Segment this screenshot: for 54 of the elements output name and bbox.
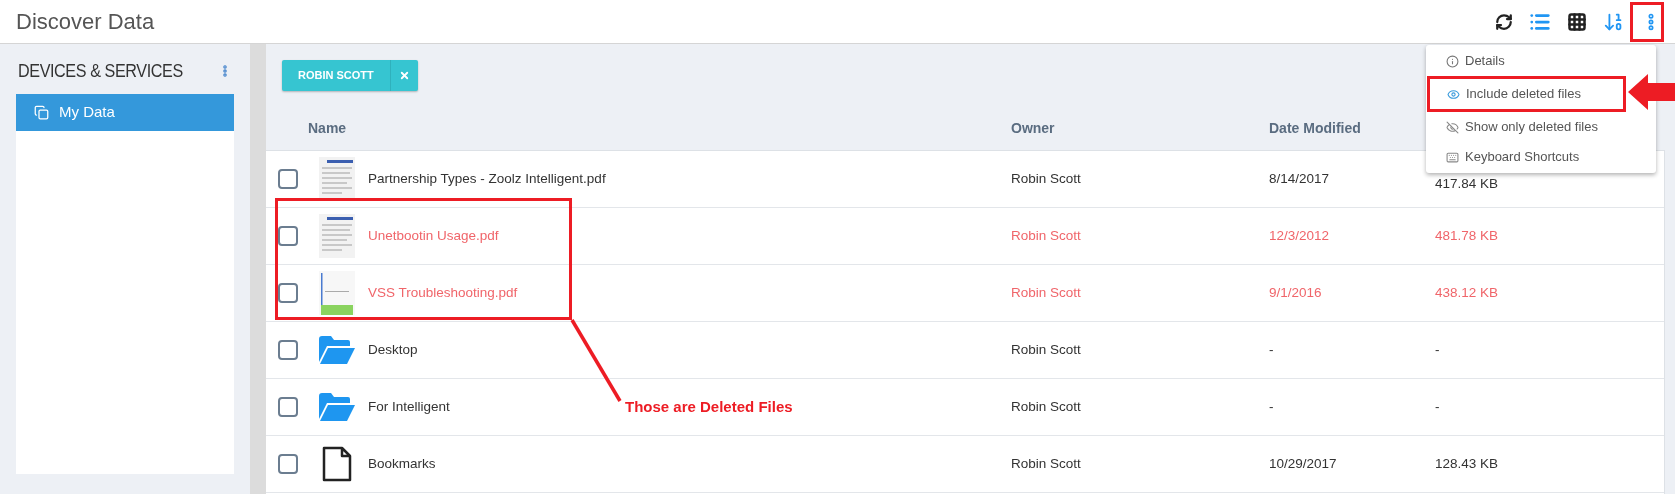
document-thumbnail [319,157,355,201]
checkbox[interactable] [278,340,298,360]
refresh-icon[interactable] [1495,12,1513,31]
menu-item[interactable]: Details [1429,46,1656,76]
file-name[interactable]: Partnership Types - Zoolz Intelligent.pdf [368,170,606,186]
file-name[interactable]: Desktop [368,341,418,357]
page-title: Discover Data [16,8,155,36]
file-name[interactable]: For Intelligent [368,398,450,414]
size-cell-text: - [1435,340,1440,359]
document-thumbnail [319,271,355,315]
column-header[interactable]: Owner [1011,117,1269,139]
owner-cell-text: Robin Scott [1011,340,1082,359]
sidebar-title: DEVICES & SERVICES [18,58,183,83]
date-cell-text: 8/14/2017 [1269,169,1331,188]
owner-cell-text: Robin Scott [1011,169,1082,188]
date-cell-text: 10/29/2017 [1269,454,1338,473]
owner-cell-text: Robin Scott [1011,454,1082,473]
size-cell-text: 417.84 KB [1435,174,1499,193]
checkbox[interactable] [278,226,298,246]
menu-item[interactable]: Include deleted files [1427,76,1626,112]
size-cell-text: 438.12 KB [1435,283,1499,302]
owner-cell-text: Robin Scott [1011,283,1082,302]
date-cell-text: - [1269,340,1275,359]
size-cell-text: 128.43 KB [1435,454,1499,473]
folder-icon [319,336,355,364]
copy-icon [34,105,49,120]
checkbox[interactable] [278,283,298,303]
document-thumbnail [319,214,355,258]
date-cell-text: - [1269,397,1275,416]
size-cell-text: 481.78 KB [1435,226,1499,245]
checkbox[interactable] [278,169,298,189]
file-icon [322,446,352,482]
info-icon [1446,54,1459,68]
eye-off-icon [1446,120,1459,134]
owner-cell-text: Robin Scott [1011,226,1082,245]
menu-item[interactable]: Keyboard Shortcuts [1429,142,1656,172]
checkbox[interactable] [278,397,298,417]
checkbox[interactable] [278,454,298,474]
column-header[interactable]: Name [266,117,1011,139]
keyboard-icon [1446,150,1459,164]
annotation-text: Those are Deleted Files [625,397,793,417]
eye-icon [1447,87,1460,101]
date-cell-text: 9/1/2016 [1269,283,1323,302]
highlight-frame [1630,2,1664,42]
folder-icon [319,393,355,421]
file-name[interactable]: Bookmarks [368,455,436,471]
size-cell-text: - [1435,397,1440,416]
owner-cell-text: Robin Scott [1011,397,1082,416]
menu-item[interactable]: Show only deleted files [1429,112,1656,142]
grid-view-icon[interactable] [1567,11,1587,32]
arrow-icon [1628,74,1675,110]
filter-tag-label: ROBIN SCOTT [297,67,375,83]
date-cell-text: 12/3/2012 [1269,226,1331,245]
close-icon [398,69,410,81]
